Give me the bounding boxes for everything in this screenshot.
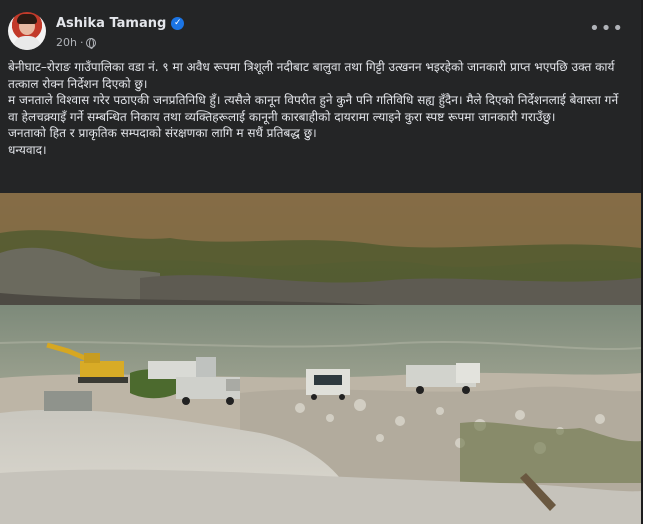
globe-icon[interactable]	[86, 37, 97, 49]
author-row: Ashika Tamang ✓	[56, 16, 185, 31]
post-paragraph-3: जनताको हित र प्राकृतिक सम्पदाको संरक्षणक…	[8, 126, 317, 141]
post-header: Ashika Tamang ✓ 20h · •••	[8, 10, 628, 54]
post-paragraph-4: धन्यवाद।	[8, 142, 47, 157]
post-text: बेनीघाट–रोराङ गाउँपालिका वडा नं. ९ मा अव…	[8, 59, 628, 159]
avatar-shirt	[13, 36, 41, 50]
more-options-icon[interactable]: •••	[589, 20, 624, 38]
post-paragraph-1: बेनीघाट–रोराङ गाउँपालिका वडा नं. ९ मा अव…	[8, 60, 615, 91]
author-avatar[interactable]	[8, 12, 46, 50]
facebook-post: Ashika Tamang ✓ 20h · ••• बेनीघाट–रोराङ …	[0, 0, 643, 524]
avatar-hair	[17, 14, 37, 24]
post-photo[interactable]	[0, 193, 641, 524]
post-meta: 20h ·	[56, 36, 97, 49]
verified-badge-icon: ✓	[171, 17, 185, 30]
author-name[interactable]: Ashika Tamang	[56, 16, 166, 31]
post-time[interactable]: 20h	[56, 36, 77, 49]
meta-separator: ·	[79, 36, 84, 49]
post-paragraph-2: म जनताले विश्वास गरेर पठाएकी जनप्रतिनिधि…	[8, 93, 619, 124]
